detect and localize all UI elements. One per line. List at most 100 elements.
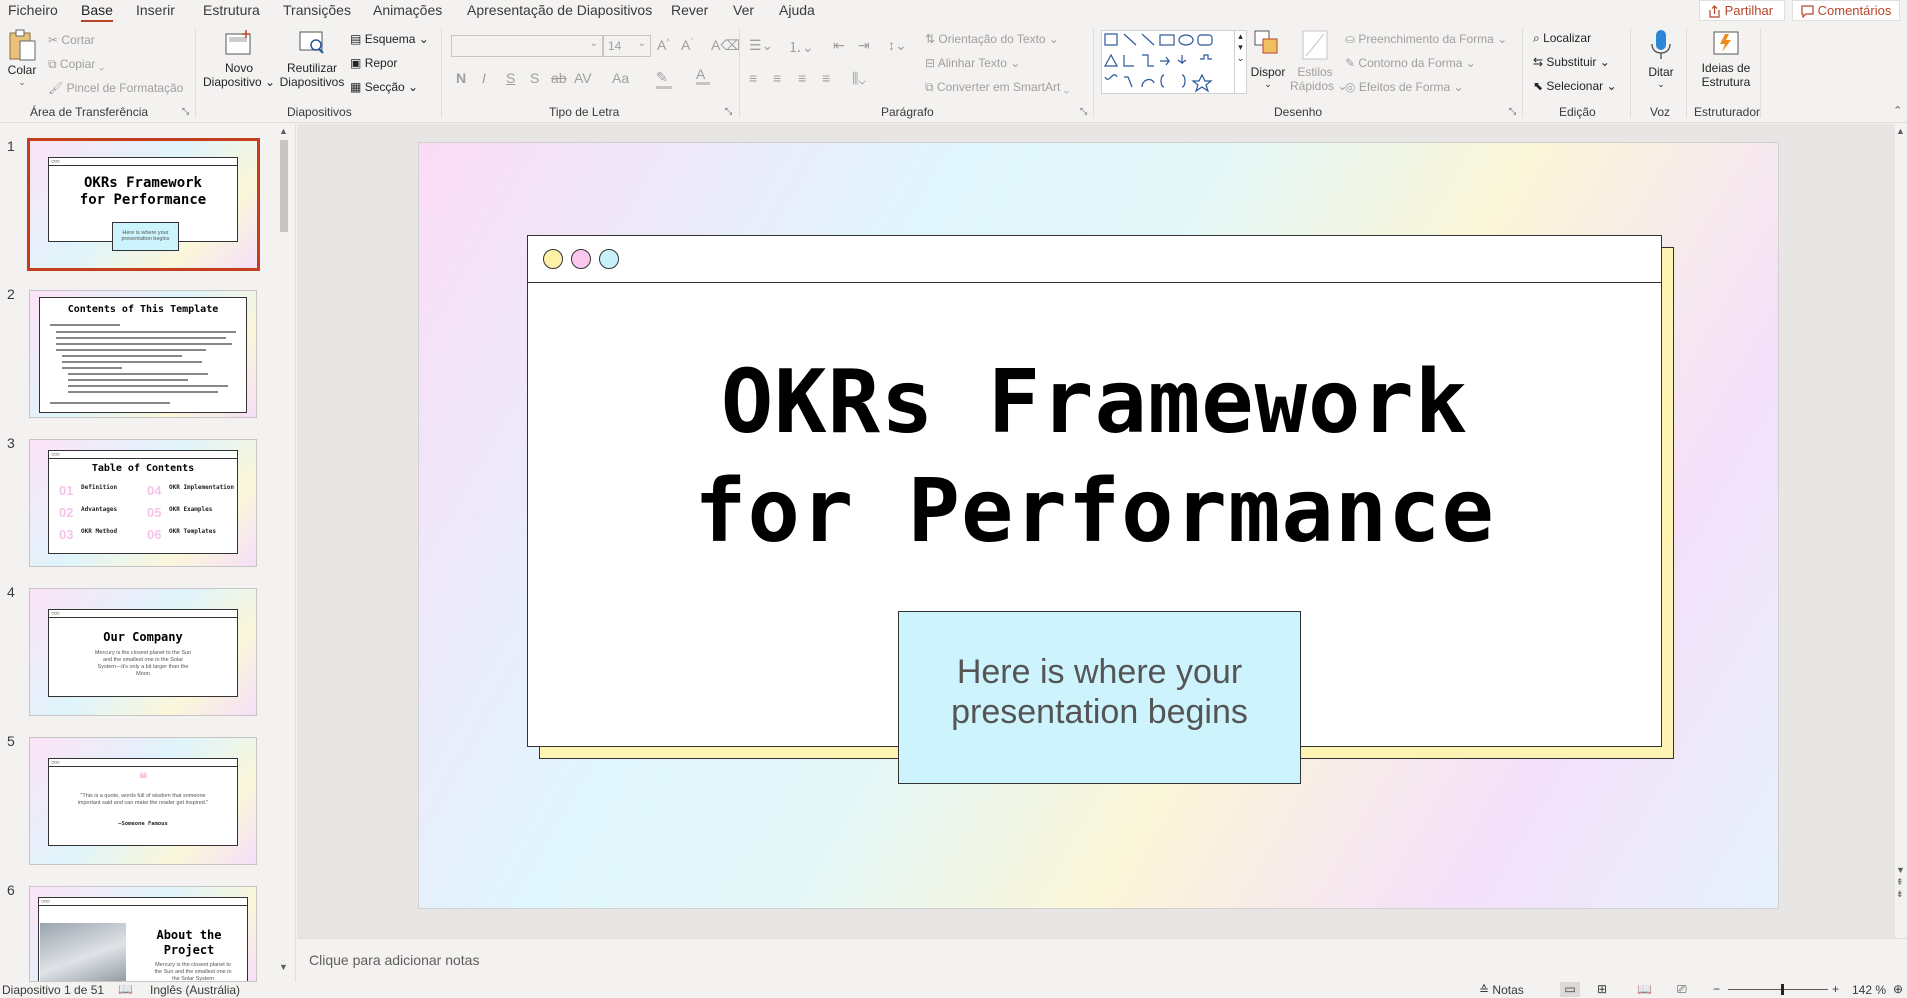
slide-thumbnail-4[interactable]: ○○○ Our Company Mercury is the closest p… — [29, 588, 257, 716]
scroll-thumb[interactable] — [280, 140, 288, 232]
zoom-level[interactable]: 142 % — [1852, 983, 1886, 997]
shapes-gallery[interactable] — [1101, 30, 1235, 94]
scroll-down-icon[interactable]: ▼ — [279, 962, 288, 972]
drawing-launcher-icon[interactable]: ⤡ — [1509, 106, 1516, 117]
reuse-slides-button[interactable]: Reutilizar Diapositivos — [279, 28, 345, 104]
slide-thumbnail-3[interactable]: ○○○ Table of Contents 01 Definition 04 O… — [29, 439, 257, 567]
tab-file[interactable]: Ficheiro — [8, 2, 58, 18]
italic-button[interactable]: I — [482, 70, 486, 86]
zoom-slider-thumb[interactable] — [1781, 984, 1784, 995]
replace-button[interactable]: ⇆ Substituir ⌄ — [1533, 55, 1610, 69]
zoom-out-icon[interactable]: − — [1713, 982, 1720, 996]
line-spacing-button[interactable]: ↕⌄ — [888, 37, 907, 54]
share-button[interactable]: Partilhar — [1699, 0, 1785, 21]
tab-transitions[interactable]: Transições — [283, 2, 351, 18]
slide-subtitle[interactable]: Here is where your presentation begins — [898, 611, 1301, 784]
char-spacing-button[interactable]: AV — [574, 70, 592, 86]
tab-animations[interactable]: Animações — [373, 2, 442, 18]
zoom-slider[interactable] — [1728, 984, 1828, 995]
highlight-button[interactable]: ✎ — [656, 69, 672, 89]
scroll-up-icon[interactable]: ▲ — [1896, 126, 1905, 136]
font-color-button[interactable]: A — [696, 66, 710, 85]
shape-fill-button[interactable]: ⛀ Preenchimento da Forma ⌄ — [1345, 32, 1507, 46]
select-button[interactable]: ⬉ Selecionar ⌄ — [1533, 79, 1617, 93]
copy-button[interactable]: ⧉ Copiar ⌄ — [48, 57, 104, 72]
tab-slideshow[interactable]: Apresentação de Diapositivos — [467, 2, 652, 18]
slide-thumbnail-1[interactable]: ○○○ OKRs Framework for Performance Here i… — [27, 138, 260, 271]
scroll-up-icon[interactable]: ▲ — [279, 126, 288, 136]
align-center-button[interactable]: ≡ — [773, 70, 781, 86]
quick-styles-button[interactable]: Estilos Rápidos ⌄ — [1290, 28, 1347, 104]
justify-button[interactable]: ≡ — [822, 70, 830, 86]
shape-effects-button[interactable]: ◎ Efeitos de Forma ⌄ — [1345, 80, 1464, 94]
paragraph-launcher-icon[interactable]: ⤡ — [1080, 106, 1087, 117]
ribbon: Colar ⌄ ✂ Cortar ⧉ Copiar ⌄ 🖌 Pincel de … — [0, 22, 1907, 123]
slide-thumbnail-6[interactable]: ○○○ About the Project Mercury is the clos… — [29, 886, 257, 982]
shape-outline-button[interactable]: ✎ Contorno da Forma ⌄ — [1345, 56, 1476, 70]
tab-view[interactable]: Ver — [733, 2, 754, 18]
design-ideas-label-1: Ideias de — [1701, 61, 1751, 75]
paste-button[interactable]: Colar ⌄ — [6, 28, 38, 98]
dictate-button[interactable]: Ditar ⌄ — [1643, 28, 1679, 104]
section-button[interactable]: ▦ Secção ⌄ — [350, 80, 418, 94]
microphone-icon — [1651, 30, 1671, 59]
language-indicator[interactable]: Inglês (Austrália) — [150, 983, 240, 997]
notes-pane[interactable]: Clique para adicionar notas — [297, 938, 1907, 982]
font-size-combo[interactable]: 14 ⌄ — [603, 35, 651, 57]
slide-sorter-icon[interactable]: ⊞ — [1597, 982, 1607, 996]
normal-view-icon[interactable]: ▭ — [1560, 982, 1580, 997]
tab-review[interactable]: Rever — [671, 2, 708, 18]
shadow-button[interactable]: S — [530, 70, 539, 86]
find-button[interactable]: ⌕ Localizar — [1533, 31, 1591, 46]
shrink-font-button[interactable]: Aˇ — [681, 37, 693, 53]
reset-button[interactable]: ▣ Repor — [350, 56, 397, 70]
slide-canvas[interactable]: OKRs Framework for Performance Here is w… — [418, 142, 1779, 909]
canvas-scrollbar[interactable]: ▲ ▼ ⇞ ⇟ — [1895, 124, 1907, 938]
toc-number: 03 — [59, 527, 74, 542]
clipboard-launcher-icon[interactable]: ⤡ — [182, 106, 189, 117]
arrange-button[interactable]: Dispor ⌄ — [1244, 28, 1292, 104]
tab-help[interactable]: Ajuda — [779, 2, 815, 18]
tab-design[interactable]: Estrutura — [203, 2, 260, 18]
comments-button[interactable]: Comentários — [1792, 0, 1900, 21]
slide-thumbnail-2[interactable]: Contents of This Template — [29, 290, 257, 418]
numbering-button[interactable]: ⒈⌄ — [788, 37, 814, 57]
slideshow-icon[interactable]: ⎚ — [1677, 982, 1687, 997]
bullets-button[interactable]: ☰⌄ — [749, 37, 773, 54]
decrease-indent-button[interactable]: ⇤ — [833, 37, 845, 54]
thumbnail-scrollbar[interactable]: ▲ ▼ — [277, 124, 291, 982]
align-right-button[interactable]: ≡ — [798, 70, 806, 86]
slide-thumbnail-5[interactable]: ○○○ ❝ "This is a quote, words full of wi… — [29, 737, 257, 865]
fit-to-window-icon[interactable]: ⊕ — [1893, 982, 1903, 996]
smartart-button[interactable]: ⧉ Converter em SmartArt ⌄ — [925, 80, 1069, 95]
slide-title[interactable]: OKRs Framework for Performance — [528, 348, 1661, 566]
paste-icon — [9, 29, 36, 61]
tab-insert[interactable]: Inserir — [136, 2, 175, 18]
strikethrough-button[interactable]: ab — [551, 70, 567, 86]
increase-indent-button[interactable]: ⇥ — [858, 37, 870, 54]
new-slide-button[interactable]: Novo Diapositivo ⌄ — [203, 28, 275, 104]
design-ideas-button[interactable]: Ideias de Estrutura — [1693, 28, 1759, 104]
zoom-in-icon[interactable]: + — [1832, 982, 1839, 996]
notes-toggle-button[interactable]: ≙ Notas — [1479, 983, 1524, 997]
clear-formatting-button[interactable]: A⌫ — [711, 37, 740, 54]
align-text-button[interactable]: ⊟ Alinhar Texto ⌄ — [925, 56, 1020, 70]
change-case-button[interactable]: Aa — [612, 70, 629, 86]
prev-next-slide-icon[interactable]: ▼ ⇞ ⇟ — [1896, 864, 1905, 900]
grow-font-button[interactable]: A^ — [657, 37, 670, 53]
tab-home[interactable]: Base — [81, 2, 113, 23]
columns-button[interactable]: ⫼⌄ — [852, 70, 866, 87]
quick-styles-label-1: Estilos — [1297, 65, 1333, 79]
format-painter-button[interactable]: 🖌 Pincel de Formatação — [48, 81, 183, 95]
reading-view-icon[interactable]: 📖 — [1637, 982, 1652, 996]
cut-button[interactable]: ✂ Cortar — [48, 33, 95, 47]
layout-button[interactable]: ▤ Esquema ⌄ — [350, 32, 429, 46]
collapse-ribbon-icon[interactable]: ⌃ — [1893, 104, 1902, 117]
font-launcher-icon[interactable]: ⤡ — [725, 106, 732, 117]
font-name-combo[interactable]: ⌄ — [451, 35, 603, 57]
align-left-button[interactable]: ≡ — [749, 70, 757, 86]
text-direction-button[interactable]: ⇅ Orientação do Texto ⌄ — [925, 32, 1059, 46]
underline-button[interactable]: S — [506, 70, 515, 86]
bold-button[interactable]: N — [456, 70, 466, 86]
spellcheck-icon[interactable]: 📖 — [118, 982, 133, 996]
